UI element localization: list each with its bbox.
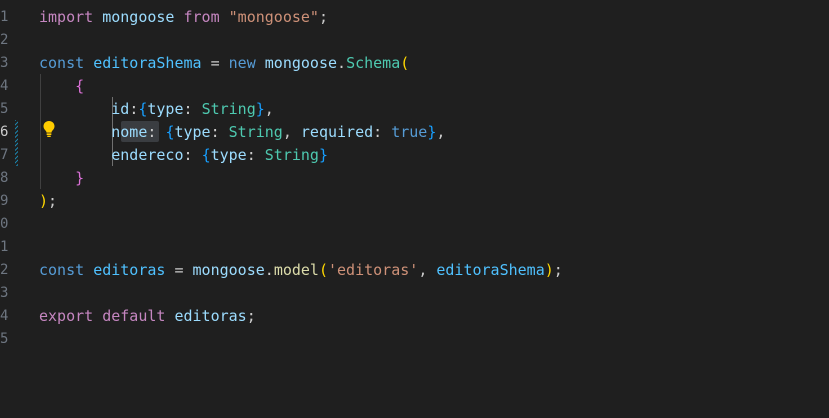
code-line[interactable]: { bbox=[39, 75, 84, 98]
code-token: id bbox=[111, 100, 130, 118]
code-token: : bbox=[210, 123, 229, 141]
code-token: import bbox=[39, 8, 94, 26]
code-line[interactable]: export default editoras; bbox=[39, 305, 256, 328]
code-token: } bbox=[255, 100, 265, 118]
code-token: model bbox=[273, 261, 319, 279]
code-token: type bbox=[147, 100, 184, 118]
code-area[interactable]: import mongoose from "mongoose"; const ed… bbox=[0, 0, 829, 418]
code-line[interactable]: endereco: {type: String} bbox=[39, 144, 328, 167]
code-token: ) bbox=[544, 261, 554, 279]
code-token: default bbox=[102, 307, 166, 325]
code-token: 'editoras' bbox=[328, 261, 419, 279]
code-token: ( bbox=[400, 54, 410, 72]
code-token: { bbox=[201, 146, 211, 164]
code-token: const bbox=[39, 261, 85, 279]
code-token: , bbox=[282, 123, 301, 141]
code-token: . bbox=[264, 261, 274, 279]
code-token: : bbox=[373, 123, 392, 141]
code-token: endereco bbox=[111, 146, 184, 164]
code-token: ; bbox=[246, 307, 256, 325]
code-token: = bbox=[201, 54, 229, 72]
code-line[interactable]: id:{type: String}, bbox=[39, 98, 274, 121]
lightbulb-icon[interactable] bbox=[42, 120, 56, 138]
code-token: editoraShema bbox=[93, 54, 202, 72]
code-token: mongoose bbox=[192, 261, 265, 279]
code-token: editoras bbox=[174, 307, 247, 325]
code-token: String bbox=[264, 146, 319, 164]
code-token: from bbox=[183, 8, 220, 26]
code-line[interactable]: } bbox=[39, 167, 84, 190]
code-token: export bbox=[39, 307, 94, 325]
code-token: Schema bbox=[346, 54, 401, 72]
code-token: ; bbox=[318, 8, 328, 26]
code-token: type bbox=[210, 146, 247, 164]
code-token: } bbox=[75, 169, 85, 187]
code-token: required bbox=[300, 123, 374, 141]
code-token: : bbox=[246, 146, 265, 164]
code-line[interactable]: const editoraShema = new mongoose.Schema… bbox=[39, 52, 409, 75]
code-token: editoras bbox=[93, 261, 166, 279]
code-token: String bbox=[201, 100, 256, 118]
code-line[interactable]: ); bbox=[39, 190, 57, 213]
code-token: : bbox=[183, 146, 202, 164]
code-token: type bbox=[174, 123, 211, 141]
code-token: } bbox=[318, 146, 328, 164]
code-line[interactable]: import mongoose from "mongoose"; bbox=[39, 6, 328, 29]
code-token: mongoose bbox=[102, 8, 175, 26]
code-line[interactable]: nome: {type: String, required: true}, bbox=[39, 121, 445, 144]
code-token: const bbox=[39, 54, 85, 72]
code-token: : bbox=[129, 100, 139, 118]
code-token: : bbox=[147, 123, 166, 141]
code-token: . bbox=[337, 54, 347, 72]
code-token: ) bbox=[39, 192, 49, 210]
code-token: , bbox=[436, 123, 446, 141]
code-token: true bbox=[391, 123, 428, 141]
code-line[interactable]: const editoras = mongoose.model('editora… bbox=[39, 259, 563, 282]
code-token: mongoose bbox=[264, 54, 338, 72]
code-token: "mongoose" bbox=[228, 8, 319, 26]
code-token: editoraShema bbox=[436, 261, 545, 279]
code-token: , bbox=[264, 100, 274, 118]
code-token: : bbox=[183, 100, 202, 118]
code-token: = bbox=[165, 261, 193, 279]
code-token: ; bbox=[553, 261, 563, 279]
code-token: nome bbox=[111, 123, 148, 141]
code-editor[interactable]: 123456789012345 import mongoose from "mo… bbox=[0, 0, 829, 418]
code-token: ; bbox=[48, 192, 58, 210]
code-token: , bbox=[418, 261, 437, 279]
code-token: { bbox=[75, 77, 85, 95]
code-token: String bbox=[228, 123, 283, 141]
code-token: new bbox=[228, 54, 256, 72]
code-token: ( bbox=[318, 261, 328, 279]
